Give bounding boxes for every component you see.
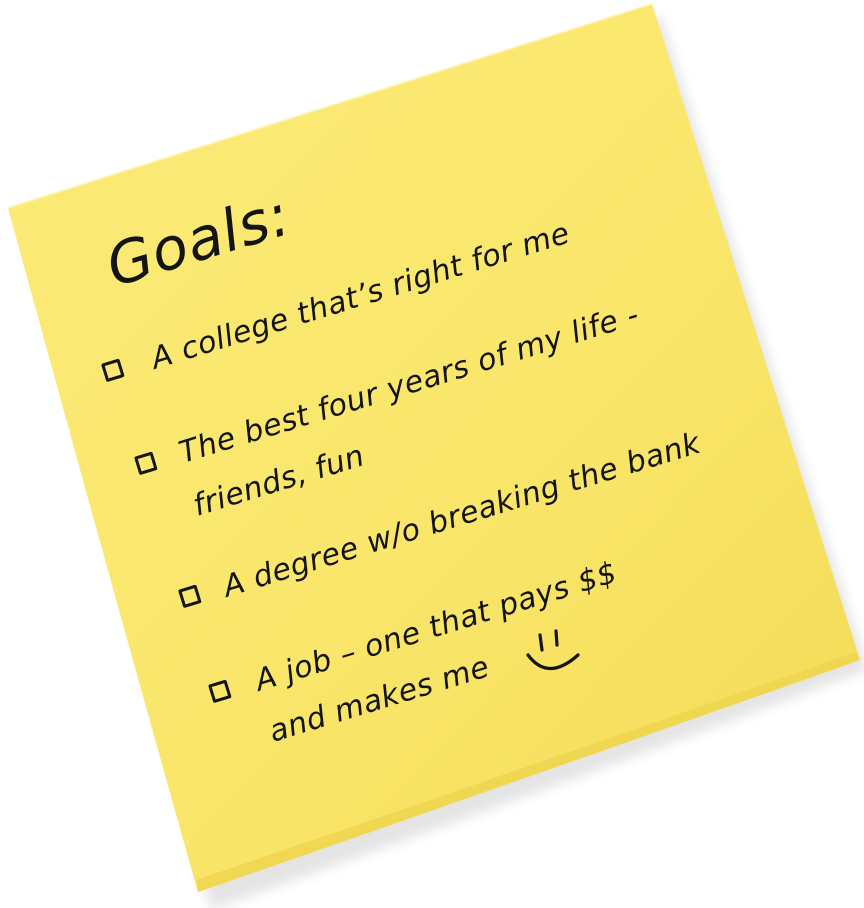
sticky-note-image: Goals: A college that’s right for me The… <box>0 0 864 908</box>
note-paper <box>8 4 860 892</box>
sticky-note-paper <box>7 3 864 908</box>
